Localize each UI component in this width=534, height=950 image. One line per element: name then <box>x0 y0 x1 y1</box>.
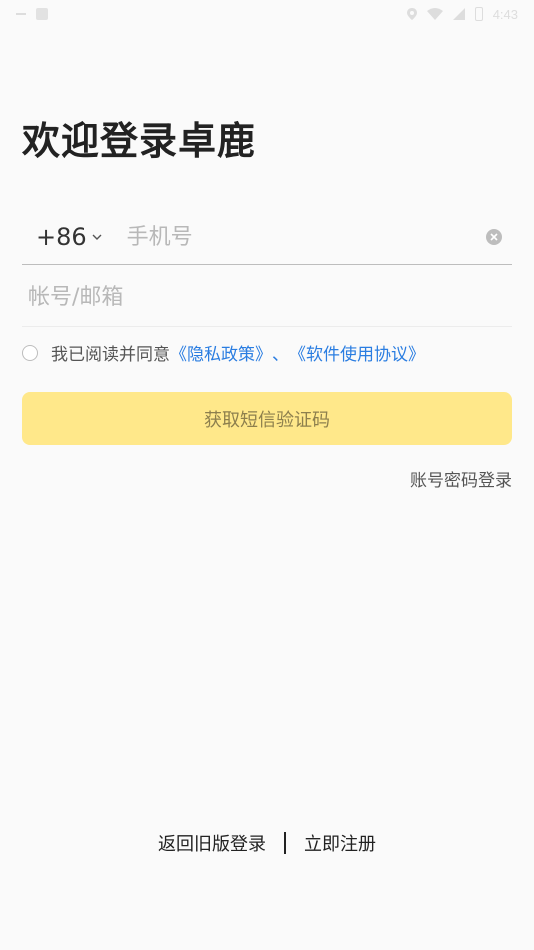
minus-icon <box>16 13 26 15</box>
software-agreement-link[interactable]: 《软件使用协议》 <box>289 340 425 365</box>
get-sms-code-button[interactable]: 获取短信验证码 <box>22 392 512 445</box>
page-title: 欢迎登录卓鹿 <box>22 119 257 163</box>
phone-row: +86 <box>22 210 512 265</box>
agreement-separator: 、 <box>272 345 289 365</box>
country-code-selector[interactable]: +86 <box>36 223 87 251</box>
agreement-row: 我已阅读并同意 《隐私政策》 、 《软件使用协议》 <box>22 340 425 365</box>
battery-icon <box>474 7 483 21</box>
phone-input[interactable] <box>124 223 486 251</box>
account-input[interactable] <box>26 283 510 311</box>
register-link[interactable]: 立即注册 <box>304 830 376 856</box>
image-icon <box>36 8 48 20</box>
wifi-icon <box>426 8 443 20</box>
privacy-policy-link[interactable]: 《隐私政策》 <box>170 340 272 365</box>
clear-icon[interactable] <box>486 229 502 245</box>
signal-icon <box>452 8 465 20</box>
status-bar: 4:43 <box>0 0 534 28</box>
location-icon <box>406 8 417 20</box>
status-time: 4:43 <box>492 6 518 22</box>
account-row <box>22 268 512 327</box>
password-login-link[interactable]: 账号密码登录 <box>410 466 512 491</box>
chevron-down-icon[interactable] <box>91 231 103 243</box>
agreement-text: 我已阅读并同意 <box>51 345 170 365</box>
divider <box>284 832 286 854</box>
agree-checkbox[interactable] <box>22 344 38 361</box>
bottom-links: 返回旧版登录 立即注册 <box>0 830 534 856</box>
old-version-login-link[interactable]: 返回旧版登录 <box>158 830 266 856</box>
